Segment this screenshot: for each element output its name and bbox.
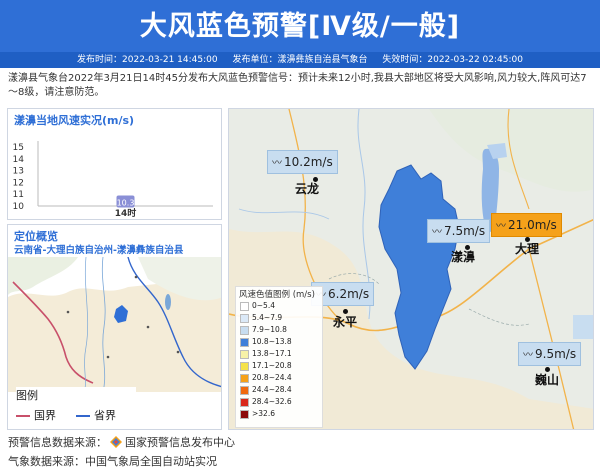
location-path: 云南省-大理白族自治州-漾濞彝族自治县 <box>14 245 184 256</box>
wind-icon: 〰 <box>432 227 442 238</box>
legend-row: >32.6 <box>240 408 275 419</box>
city-label-yongping: 永平 <box>333 315 358 329</box>
x-tick-label: 14时 <box>115 207 137 219</box>
legend-row: 7.9~10.8 <box>240 324 287 335</box>
main-map-panel: 〰10.2m/s 〰7.5m/s 〰21.0m/s 〰6.2m/s 〰9.5m/… <box>228 108 594 430</box>
provincial-border-swatch <box>76 415 90 417</box>
header-banner: 大风蓝色预警[Ⅳ级/一般] <box>0 0 600 52</box>
legend-label: 17.1~20.8 <box>252 361 292 370</box>
legend-swatch <box>240 313 249 323</box>
legend-swatch <box>240 409 249 419</box>
legend-swatch <box>240 361 249 371</box>
publish-time: 发布时间：2022-03-21 14:45:00 <box>77 55 218 65</box>
y-tick-label: 12 <box>13 178 24 188</box>
y-tick-label: 15 <box>13 143 24 153</box>
legend-swatch <box>240 325 249 335</box>
legend-label: 20.8~24.4 <box>252 373 292 382</box>
wind-color-legend: 风速色值图例 (m/s) 0~5.4 5.4~7.9 7.9~10.8 10.8… <box>235 286 323 428</box>
legend-swatch <box>240 385 249 395</box>
wind-chart-title: 漾濞当地风速实况(m/s) <box>14 114 135 127</box>
legend-row: 28.4~32.6 <box>240 396 292 407</box>
legend-row: 0~5.4 <box>240 300 275 311</box>
wind-icon: 〰 <box>523 350 533 361</box>
y-tick-label: 10 <box>13 202 25 212</box>
locator-legend-title: 图例 <box>16 389 38 402</box>
legend-row: 20.8~24.4 <box>240 372 292 383</box>
y-tick-label: 14 <box>13 155 25 165</box>
wind-badge-yunlong[interactable]: 〰 10.2m/s <box>267 150 338 174</box>
city-label-weishan: 巍山 <box>535 373 560 387</box>
wind-value-yongping: 6.2m/s <box>328 287 370 301</box>
legend-row: 5.4~7.9 <box>240 312 282 323</box>
legend-swatch <box>240 373 249 383</box>
legend-row: 24.4~28.4 <box>240 384 292 395</box>
legend-label: 10.8~13.8 <box>252 337 292 346</box>
wind-value-yangbi: 7.5m/s <box>444 224 486 238</box>
legend-label: 24.4~28.4 <box>252 385 292 394</box>
legend-national-border-label: 国界 <box>34 409 56 422</box>
wind-value-yunlong: 10.2m/s <box>284 155 333 169</box>
legend-row: 10.8~13.8 <box>240 336 292 347</box>
wind-icon: 〰 <box>496 221 506 232</box>
city-label-dali: 大理 <box>515 242 540 256</box>
wind-badge-yangbi[interactable]: 〰 7.5m/s <box>427 219 491 243</box>
data-label: 10.3 <box>117 198 135 207</box>
legend-label: 7.9~10.8 <box>252 325 287 334</box>
wind-badge-weishan[interactable]: 〰 9.5m/s <box>518 342 582 366</box>
wind-chart-panel: 15 14 13 12 11 10 10.3 14时 漾濞当地风速实况(m/s) <box>7 108 222 220</box>
page-title: 大风蓝色预警[Ⅳ级/一般] <box>139 11 461 42</box>
y-tick-label: 11 <box>13 190 24 200</box>
legend-row: 13.8~17.1 <box>240 348 292 359</box>
wind-value-weishan: 9.5m/s <box>535 347 577 361</box>
wind-badge-dali[interactable]: 〰 21.0m/s <box>491 213 562 237</box>
info-bar: 发布时间：2022-03-21 14:45:00 发布单位：漾濞彝族自治县气象台… <box>0 52 600 68</box>
legend-swatch <box>240 301 249 311</box>
publisher: 发布单位：漾濞彝族自治县气象台 <box>232 55 368 65</box>
warning-center-logo-icon <box>110 436 122 448</box>
legend-label: 13.8~17.1 <box>252 349 292 358</box>
city-label-yunlong: 云龙 <box>295 182 320 196</box>
warning-source-name[interactable]: 国家预警信息发布中心 <box>125 436 235 449</box>
legend-row: 17.1~20.8 <box>240 360 292 371</box>
locator-legend: 图例 国界 省界 <box>16 387 136 427</box>
legend-swatch <box>240 349 249 359</box>
y-tick-label: 13 <box>13 167 24 177</box>
legend-provincial-border: 省界 <box>76 407 116 423</box>
city-label-yangbi: 漾濞 <box>451 250 476 264</box>
location-panel: 定位概览 云南省-大理白族自治州-漾濞彝族自治县 图例 国界 省界 <box>7 224 222 430</box>
wind-legend-title: 风速色值图例 (m/s) <box>239 290 315 300</box>
national-border-swatch <box>16 415 30 417</box>
warning-source: 预警信息数据来源： 国家预警信息发布中心 <box>8 434 235 450</box>
wind-value-dali: 21.0m/s <box>508 218 557 232</box>
expire-time: 失效时间：2022-03-22 02:45:00 <box>382 55 523 65</box>
warning-description: 漾濞县气象台2022年3月21日14时45分发布大风蓝色预警信号：预计未来12小… <box>8 73 587 98</box>
locator-map[interactable] <box>8 257 222 392</box>
legend-swatch <box>240 397 249 407</box>
legend-national-border: 国界 <box>16 407 56 423</box>
legend-label: >32.6 <box>252 409 275 418</box>
warning-source-label: 预警信息数据来源： <box>8 436 107 449</box>
wind-icon: 〰 <box>272 158 282 169</box>
legend-label: 5.4~7.9 <box>252 313 283 322</box>
legend-provincial-border-label: 省界 <box>94 409 116 422</box>
legend-swatch <box>240 337 249 347</box>
weather-source: 气象数据来源：中国气象局全国自动站实况 <box>8 455 217 468</box>
legend-label: 28.4~32.6 <box>252 397 292 406</box>
legend-label: 0~5.4 <box>252 301 275 310</box>
